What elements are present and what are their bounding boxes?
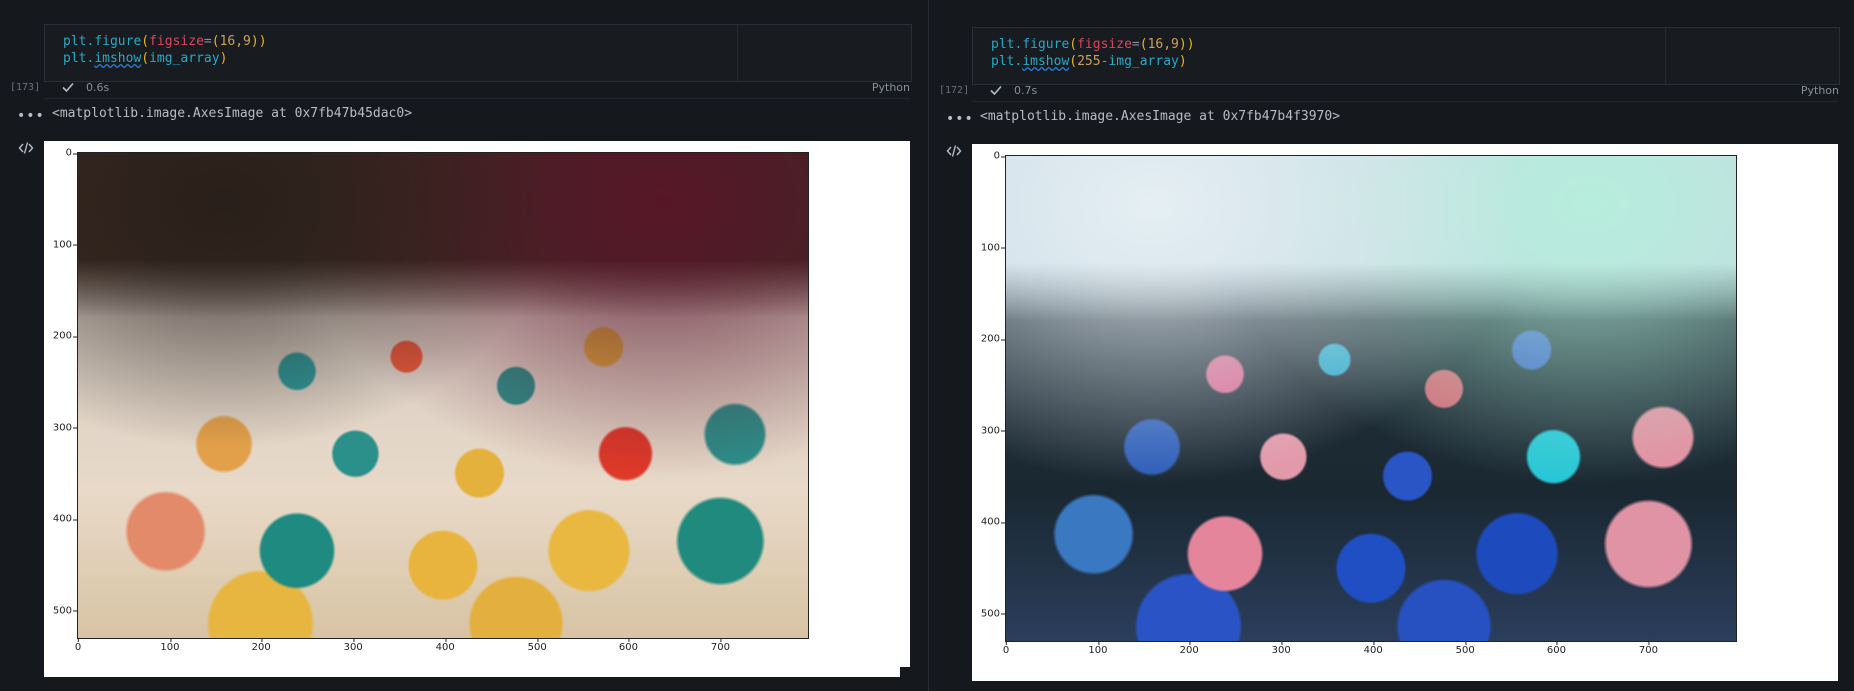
code-token: figure xyxy=(94,34,142,49)
status-divider xyxy=(972,101,1838,102)
code-token: img_array xyxy=(149,51,220,66)
x-tick-label: 100 xyxy=(160,638,180,653)
notebook-pane-right: plt.figure(figsize=(16,9)) plt.imshow(25… xyxy=(928,0,1854,691)
code-token: = xyxy=(203,34,212,49)
execution-count: [173] xyxy=(10,82,41,93)
code-token: ( xyxy=(141,51,150,66)
x-tick-label: 600 xyxy=(618,638,638,653)
inverted-macaron-image xyxy=(1006,156,1736,641)
code-cell[interactable]: plt.figure(figsize=(16,9)) plt.imshow(25… xyxy=(972,27,1840,85)
code-icon[interactable] xyxy=(946,144,962,158)
y-tick-label: 400 xyxy=(52,513,78,525)
language-label[interactable]: Python xyxy=(872,81,910,94)
y-tick-label: 0 xyxy=(65,147,78,159)
code-token: ( xyxy=(1069,37,1078,52)
plot-axes: 0 100 200 300 400 500 0 100 200 300 400 … xyxy=(981,151,1737,656)
code-line-1[interactable]: plt.figure(figsize=(16,9)) xyxy=(991,36,1195,53)
code-token: ( xyxy=(1069,54,1078,69)
output-text: <matplotlib.image.AxesImage at 0x7fb47b4… xyxy=(980,109,1341,124)
plot-axes: 0 100 200 300 400 500 0 100 200 300 400 … xyxy=(53,148,809,653)
y-tick-label: 100 xyxy=(52,239,78,251)
macaron-image xyxy=(78,153,808,638)
x-tick-label: 100 xyxy=(1088,641,1108,656)
code-token: figsize xyxy=(149,34,204,49)
code-token: figure xyxy=(1022,37,1070,52)
code-token: ( xyxy=(1139,37,1148,52)
code-token: 16,9 xyxy=(1147,37,1179,52)
execution-time: 0.7s xyxy=(1014,84,1038,97)
code-token: ) xyxy=(1178,54,1187,69)
cell-divider xyxy=(737,25,738,81)
code-token: figsize xyxy=(1077,37,1132,52)
resize-handle[interactable] xyxy=(900,667,910,677)
y-tick-label: 200 xyxy=(980,333,1006,345)
plot-output: 0 100 200 300 400 500 0 100 200 300 400 … xyxy=(972,144,1838,681)
more-horizontal-icon[interactable]: ••• xyxy=(946,112,973,126)
code-token: plt xyxy=(991,54,1015,69)
code-token: ) xyxy=(250,34,259,49)
x-tick-label: 700 xyxy=(710,638,730,653)
code-token: ( xyxy=(141,34,150,49)
more-horizontal-icon[interactable]: ••• xyxy=(17,109,44,123)
code-token: plt xyxy=(63,51,87,66)
code-token: img_array xyxy=(1108,54,1179,69)
code-token: ( xyxy=(211,34,220,49)
cell-divider xyxy=(1665,28,1666,84)
code-token: imshow xyxy=(1022,54,1070,69)
code-token: = xyxy=(1131,37,1140,52)
code-line-1[interactable]: plt.figure(figsize=(16,9)) xyxy=(63,33,267,50)
notebook-pane-left: plt.figure(figsize=(16,9)) plt.imshow(im… xyxy=(0,0,926,691)
code-token: ) xyxy=(1186,37,1195,52)
execution-count: [172] xyxy=(939,85,970,96)
y-tick-label: 400 xyxy=(980,516,1006,528)
x-tick-label: 300 xyxy=(1271,641,1291,656)
y-tick-label: 0 xyxy=(993,150,1006,162)
x-tick-label: 500 xyxy=(527,638,547,653)
code-token: plt xyxy=(63,34,87,49)
code-token: ) xyxy=(219,51,228,66)
code-token: 16,9 xyxy=(219,34,251,49)
x-tick-label: 600 xyxy=(1546,641,1566,656)
code-token: plt xyxy=(991,37,1015,52)
check-icon xyxy=(62,82,74,93)
x-tick-label: 200 xyxy=(1179,641,1199,656)
execution-time: 0.6s xyxy=(86,81,110,94)
language-label[interactable]: Python xyxy=(1801,84,1839,97)
y-tick-label: 200 xyxy=(52,330,78,342)
x-tick-label: 500 xyxy=(1455,641,1475,656)
x-tick-label: 0 xyxy=(74,638,82,653)
output-text: <matplotlib.image.AxesImage at 0x7fb47b4… xyxy=(52,106,413,121)
y-tick-label: 300 xyxy=(52,422,78,433)
code-token: ) xyxy=(1178,37,1187,52)
x-tick-label: 200 xyxy=(251,638,271,653)
x-tick-label: 400 xyxy=(1363,641,1383,656)
code-line-2[interactable]: plt.imshow(255-img_array) xyxy=(991,53,1187,70)
y-tick-label: 500 xyxy=(52,605,78,617)
x-tick-label: 700 xyxy=(1638,641,1658,656)
check-icon xyxy=(990,85,1002,96)
code-cell[interactable]: plt.figure(figsize=(16,9)) plt.imshow(im… xyxy=(44,24,912,82)
code-icon[interactable] xyxy=(18,141,34,155)
plot-output: 0 100 200 300 400 500 0 100 200 300 400 … xyxy=(44,141,910,677)
x-tick-label: 400 xyxy=(435,638,455,653)
y-tick-label: 500 xyxy=(980,608,1006,620)
x-tick-label: 300 xyxy=(343,638,363,653)
code-token: 255 xyxy=(1077,54,1101,69)
status-divider xyxy=(44,98,910,99)
code-token: imshow xyxy=(94,51,142,66)
code-line-2[interactable]: plt.imshow(img_array) xyxy=(63,50,227,67)
x-tick-label: 0 xyxy=(1002,641,1010,656)
code-token: ) xyxy=(258,34,267,49)
y-tick-label: 300 xyxy=(980,425,1006,436)
y-tick-label: 100 xyxy=(980,242,1006,254)
